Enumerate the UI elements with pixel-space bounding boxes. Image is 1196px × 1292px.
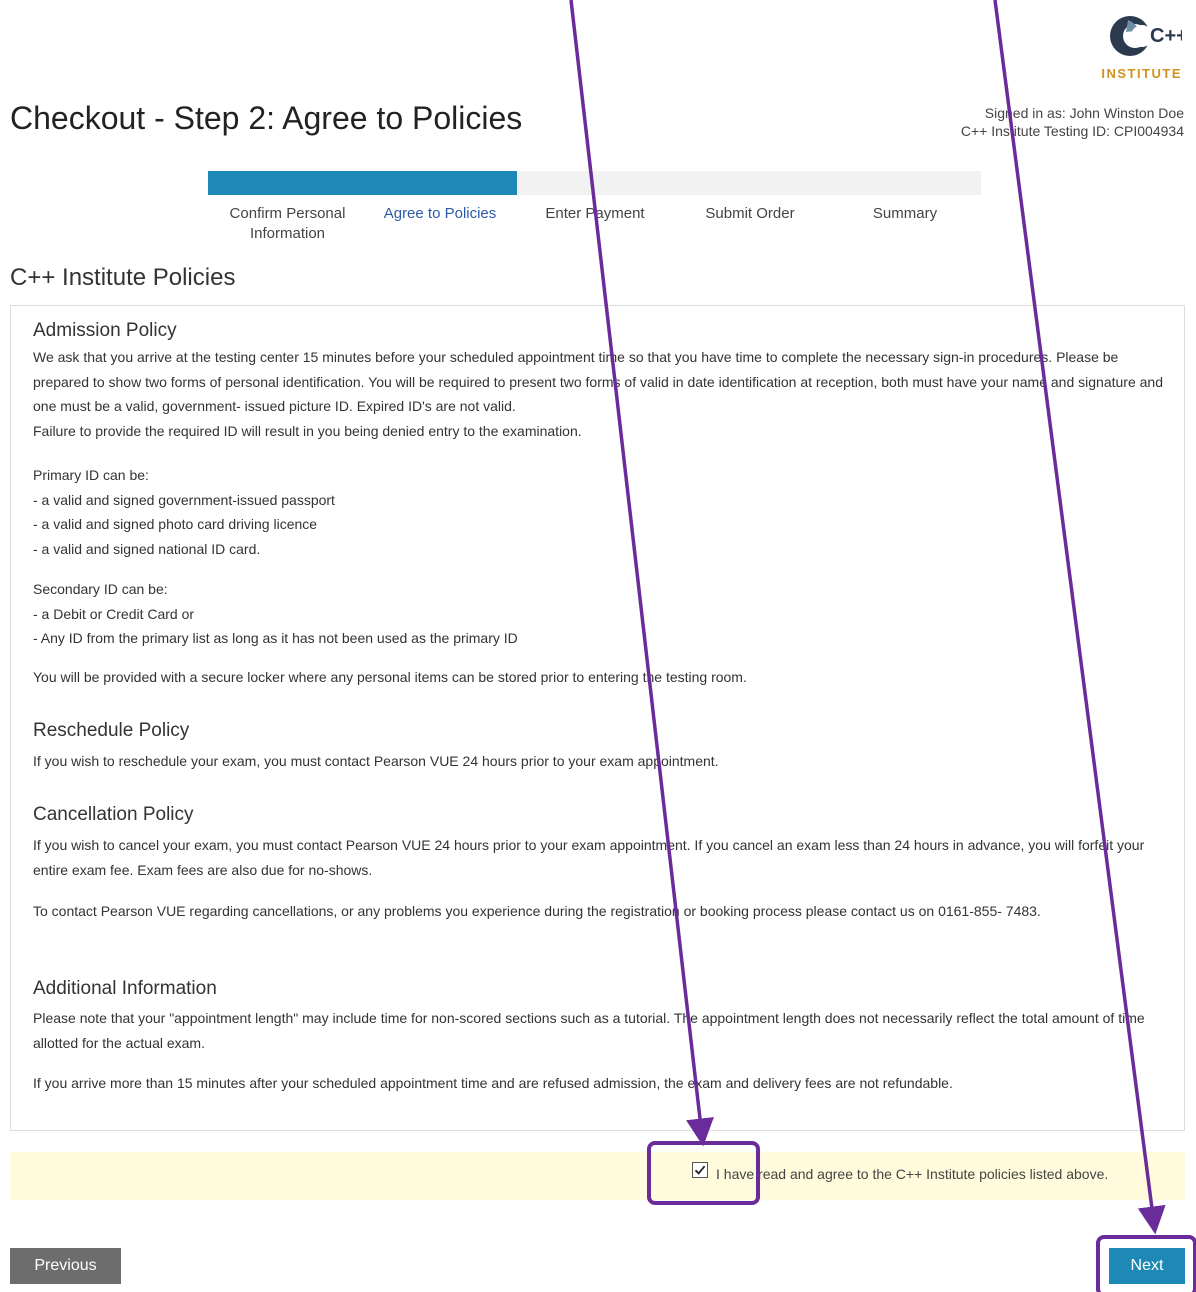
list-item: - a valid and signed national ID card. (33, 540, 261, 557)
list-item: - a Debit or Credit Card or (33, 605, 195, 622)
step-label: Confirm Personal Information (229, 205, 346, 242)
step-label: Summary (872, 205, 938, 222)
step-label: Submit Order (705, 205, 795, 222)
admission-paragraph: We ask that you arrive at the testing ce… (33, 349, 1163, 414)
step-enter-payment: Enter Payment (520, 204, 670, 224)
reschedule-policy-text: If you wish to reschedule your exam, you… (33, 753, 719, 769)
user-info: Signed in as: John Winston Doe C++ Insti… (961, 104, 1184, 140)
checkmark-icon (694, 1165, 706, 1175)
late-arrival-text: If you arrive more than 15 minutes after… (33, 1075, 953, 1091)
cancellation-policy-text: If you wish to cancel your exam, you mus… (33, 837, 1145, 878)
policies-scroll-box[interactable]: Admission Policy We ask that you arrive … (10, 305, 1185, 1131)
locker-text: You will be provided with a secure locke… (33, 669, 747, 685)
policies-section-title: C++ Institute Policies (10, 264, 236, 291)
testing-id-text: C++ Institute Testing ID: CPI004934 (960, 123, 1184, 139)
primary-id-title: Primary ID can be: (33, 467, 149, 483)
reschedule-policy-heading: Reschedule Policy (33, 720, 190, 741)
additional-information-text: Please note that your "appointment lengt… (33, 1010, 1145, 1051)
signed-in-text: Signed in as: John Winston Doe (984, 105, 1184, 121)
progress-fill (208, 171, 518, 195)
checkout-progress-bar (208, 171, 981, 195)
step-agree-to-policies: Agree to Policies (365, 204, 515, 224)
list-item: - Any ID from the primary list as long a… (33, 630, 518, 646)
primary-id-list: Primary ID can be: - a valid and signed … (33, 463, 1173, 561)
logo-wordmark: INSTITUTE (1101, 66, 1182, 81)
step-summary: Summary (830, 204, 980, 224)
list-item: - a valid and signed government-issued p… (33, 491, 335, 508)
step-label: Enter Payment (545, 205, 645, 222)
step-confirm-personal-information: Confirm Personal Information (210, 204, 365, 244)
cancellation-contact-text: To contact Pearson VUE regarding cancell… (33, 903, 1041, 919)
agree-policies-checkbox[interactable] (692, 1162, 708, 1178)
secondary-id-title: Secondary ID can be: (33, 581, 168, 597)
agree-policies-bar: I have read and agree to the C++ Institu… (10, 1152, 1185, 1200)
admission-policy-text: We ask that you arrive at the testing ce… (33, 345, 1173, 443)
admission-id-failure: Failure to provide the required ID will … (33, 422, 582, 439)
cancellation-policy-heading: Cancellation Policy (33, 804, 194, 825)
additional-information-heading: Additional Information (33, 978, 217, 999)
previous-button[interactable]: Previous (10, 1248, 121, 1284)
agree-policies-label[interactable]: I have read and agree to the C++ Institu… (716, 1166, 1108, 1182)
step-submit-order: Submit Order (675, 204, 825, 224)
page-title: Checkout - Step 2: Agree to Policies (10, 100, 523, 136)
svg-text:C++: C++ (1150, 25, 1182, 47)
next-button[interactable]: Next (1109, 1248, 1185, 1284)
admission-policy-heading: Admission Policy (33, 320, 177, 341)
secondary-id-list: Secondary ID can be: - a Debit or Credit… (33, 577, 1173, 651)
step-label: Agree to Policies (383, 205, 497, 222)
list-item: - a valid and signed photo card driving … (33, 516, 318, 532)
